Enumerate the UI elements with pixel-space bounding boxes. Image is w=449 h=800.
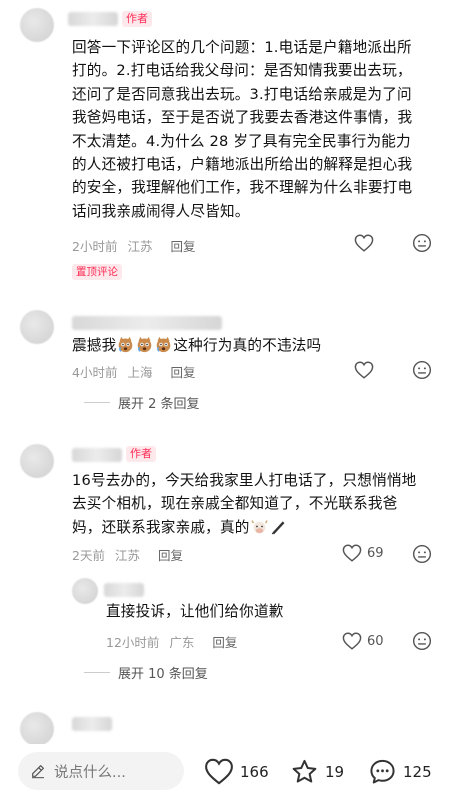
comment-time: 4小时前 xyxy=(72,365,118,380)
avatar[interactable] xyxy=(20,444,54,478)
meh-face-icon xyxy=(412,544,432,564)
divider xyxy=(84,402,110,403)
heart-icon xyxy=(342,544,362,562)
avatar[interactable] xyxy=(20,712,54,746)
like-button[interactable] xyxy=(354,234,374,252)
expand-replies-button[interactable]: 展开 2 条回复 xyxy=(84,393,200,412)
comment-meta: 2小时前 江苏 回复 xyxy=(72,236,201,255)
comment-body: 回答一下评论区的几个问题：1.电话是户籍地派出所 打的。2.打电话给我父母问：是… xyxy=(72,36,442,223)
like-post-button[interactable]: 166 xyxy=(204,758,269,785)
author-badge: 作者 xyxy=(122,11,152,27)
comments-button[interactable]: 125 xyxy=(368,758,432,786)
expand-replies-label: 展开 2 条回复 xyxy=(118,397,200,412)
heart-icon xyxy=(354,361,374,379)
comment-line: 妈，还联系我家亲戚，真的 xyxy=(72,516,442,539)
comment-text-prefix: 震撼我 xyxy=(72,337,117,354)
comment-line: 还问了是否同意我出去玩。3.打电话给亲戚是为了问 xyxy=(72,85,412,103)
star-icon xyxy=(292,759,317,783)
dislike-button[interactable] xyxy=(412,233,432,253)
username-blurred[interactable] xyxy=(72,717,112,731)
comment-meta: 4小时前 上海 回复 xyxy=(72,362,201,381)
comment-line-text: 妈，还联系我家亲戚，真的 xyxy=(72,518,250,536)
comment-input-placeholder: 说点什么... xyxy=(54,764,126,781)
like-count: 60 xyxy=(367,633,384,649)
shocked-cat-emoji-icon xyxy=(157,336,171,353)
username-blurred[interactable] xyxy=(72,448,122,462)
username-blurred[interactable] xyxy=(68,12,118,26)
comment-time: 2天前 xyxy=(72,548,105,563)
comment-line: 的人还被打电话，户籍地派出所给出的解释是担心我 xyxy=(72,156,413,174)
comment-line: 我爸妈电话，至于是否说了我要去香港这件事情，我 xyxy=(72,109,413,127)
comment-location: 江苏 xyxy=(114,548,140,563)
heart-icon xyxy=(205,758,233,785)
meh-face-icon xyxy=(412,360,432,380)
comment-line: 的安全，我理解他们工作，我不理解为什么非要打电 xyxy=(72,179,413,197)
bottom-action-bar: 说点什么... 166 19 125 xyxy=(0,744,449,800)
avatar[interactable] xyxy=(20,310,54,344)
comment-bubble-icon xyxy=(370,759,395,784)
pen-emoji-icon xyxy=(271,521,284,534)
comment-body: 直接投诉，让他们给你道歉 xyxy=(106,603,284,620)
comment-meta: 12小时前 广东 回复 xyxy=(106,632,243,651)
expand-replies-label: 展开 10 条回复 xyxy=(118,667,208,682)
comment-line: 回答一下评论区的几个问题：1.电话是户籍地派出所 xyxy=(72,39,412,56)
dislike-button[interactable] xyxy=(412,631,432,651)
divider xyxy=(84,672,110,673)
pencil-icon xyxy=(32,765,44,779)
comment-line: 打的。2.打电话给我父母问：是否知情我要出去玩， xyxy=(72,62,412,80)
avatar[interactable] xyxy=(72,578,98,604)
avatar[interactable] xyxy=(20,8,54,42)
author-badge: 作者 xyxy=(126,446,156,462)
comment-line: 去买个相机，现在亲戚全都知道了，不光联系我爸 xyxy=(72,495,398,513)
post-like-count: 166 xyxy=(240,762,269,781)
reply-button[interactable]: 回复 xyxy=(170,365,195,380)
comment-body: 16号去办的，今天给我家里人打电话了，只想悄悄地 去买个相机，现在亲戚全都知道了… xyxy=(72,469,442,539)
post-favorite-count: 19 xyxy=(325,763,345,781)
dislike-button[interactable] xyxy=(412,544,432,564)
comment-location: 上海 xyxy=(127,365,153,380)
comment-line: 16号去办的，今天给我家里人打电话了，只想悄悄地 xyxy=(72,472,417,489)
comment-body: 震撼我 这种行为真的不违法吗 xyxy=(72,334,442,357)
expand-replies-button[interactable]: 展开 10 条回复 xyxy=(84,663,208,682)
reply-button[interactable]: 回复 xyxy=(158,548,183,563)
favorite-button[interactable]: 19 xyxy=(290,758,344,786)
like-count: 69 xyxy=(367,545,384,561)
meh-face-icon xyxy=(412,233,432,253)
comment-line: 不太清楚。4.为什么 28 岁了具有完全民事行为能力 xyxy=(72,132,411,150)
dislike-button[interactable] xyxy=(412,360,432,380)
meh-face-icon xyxy=(412,631,432,651)
heart-icon xyxy=(354,234,374,252)
shocked-cat-emoji-icon xyxy=(138,336,152,353)
comment-time: 2小时前 xyxy=(72,239,118,254)
post-comment-count: 125 xyxy=(403,763,432,781)
username-blurred[interactable] xyxy=(104,583,144,597)
comment-time: 12小时前 xyxy=(106,635,160,650)
like-button[interactable]: 69 xyxy=(342,544,384,562)
shocked-cat-emoji-icon xyxy=(119,336,133,353)
comment-text-suffix: 这种行为真的不违法吗 xyxy=(173,337,322,354)
like-button[interactable] xyxy=(354,361,374,379)
reply-button[interactable]: 回复 xyxy=(212,635,237,650)
heart-icon xyxy=(342,632,362,650)
reply-button[interactable]: 回复 xyxy=(170,239,195,254)
comment-meta: 2天前 江苏 回复 xyxy=(72,545,189,564)
comment-line: 话问我亲戚闹得人尽皆知。 xyxy=(72,202,250,220)
comment-input[interactable]: 说点什么... xyxy=(18,752,184,790)
comment-location: 广东 xyxy=(169,635,195,650)
comment-location: 江苏 xyxy=(127,239,153,254)
pinned-comment-badge: 置顶评论 xyxy=(72,264,122,280)
like-button[interactable]: 60 xyxy=(342,632,384,650)
cow-face-emoji-icon xyxy=(250,520,268,534)
username-blurred[interactable] xyxy=(72,316,222,330)
